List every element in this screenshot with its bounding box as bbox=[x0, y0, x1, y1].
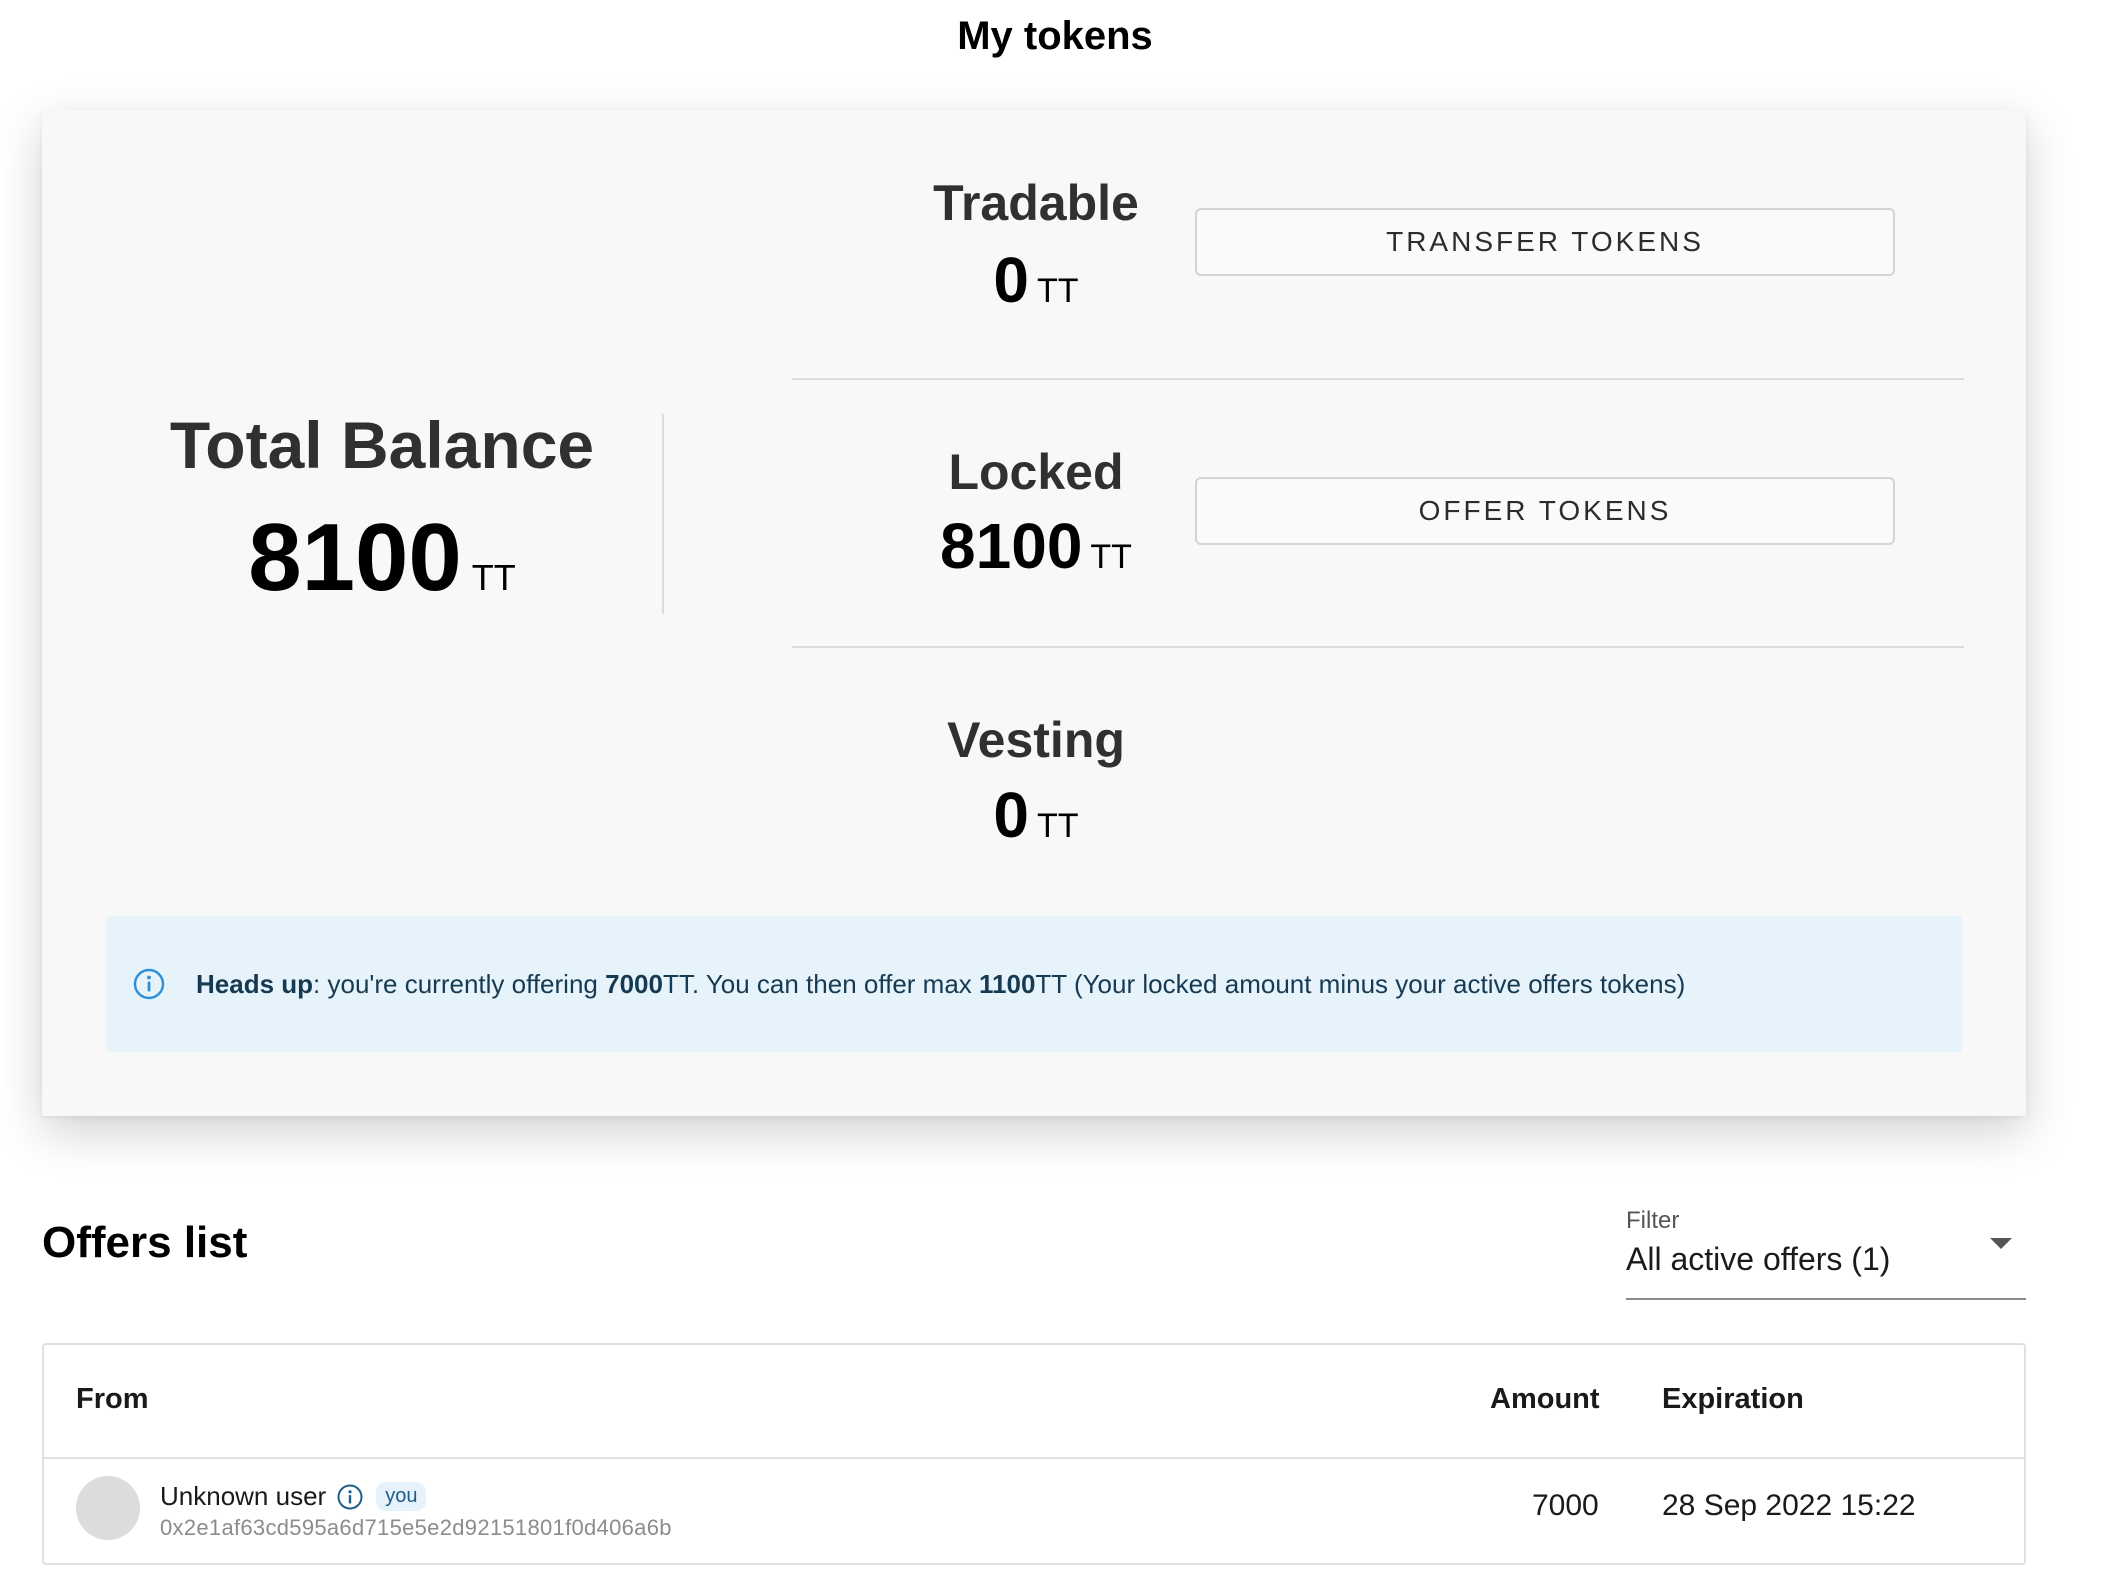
total-balance-value: 8100 TT bbox=[42, 510, 722, 606]
filter-label: Filter bbox=[1626, 1207, 1680, 1234]
alert-max-amount: 1100 bbox=[979, 968, 1036, 999]
total-balance-amount: 8100 bbox=[248, 504, 462, 611]
alert-text-2: TT. You can then offer max bbox=[662, 968, 980, 999]
vesting-unit: TT bbox=[1037, 807, 1079, 845]
section-divider-2 bbox=[792, 646, 1964, 648]
locked-amount: 8100 bbox=[940, 510, 1083, 582]
user-name: Unknown user bbox=[160, 1481, 327, 1511]
table-header-divider bbox=[44, 1457, 2024, 1459]
alert-text-1: : you're currently offering bbox=[313, 968, 606, 999]
alert-heading: Heads up bbox=[196, 968, 314, 999]
you-badge: you bbox=[376, 1482, 427, 1511]
vesting-amount: 0 bbox=[993, 779, 1030, 851]
vesting-label: Vesting bbox=[947, 712, 1125, 768]
caret-down-icon[interactable] bbox=[1990, 1238, 2012, 1249]
tradable-unit: TT bbox=[1037, 272, 1079, 310]
total-balance-unit: TT bbox=[471, 557, 516, 598]
locked-unit: TT bbox=[1090, 538, 1132, 576]
page-title: My tokens bbox=[957, 14, 1153, 58]
vertical-divider bbox=[662, 414, 664, 614]
avatar bbox=[76, 1476, 140, 1540]
offers-table: From Amount Expiration Unknown user you … bbox=[42, 1343, 2026, 1565]
column-header-expiration: Expiration bbox=[1662, 1383, 1804, 1415]
column-header-amount: Amount bbox=[1490, 1383, 1600, 1415]
total-balance-label: Total Balance bbox=[169, 408, 595, 482]
balance-card: Total Balance 8100 TT Tradable 0 TT TRANSF… bbox=[42, 110, 2026, 1116]
offers-filter-select[interactable]: Filter All active offers (1) bbox=[1626, 1204, 2026, 1300]
heads-up-alert: Heads up: you're currently offering 7000… bbox=[106, 916, 1962, 1052]
transfer-tokens-button[interactable]: TRANSFER TOKENS bbox=[1195, 208, 1895, 276]
column-header-from: From bbox=[76, 1383, 149, 1415]
alert-text-3: TT (Your locked amount minus your active… bbox=[1035, 968, 1686, 999]
offer-amount: 7000 bbox=[1532, 1489, 1599, 1522]
user-line: Unknown user you bbox=[160, 1481, 427, 1512]
alert-message: Heads up: you're currently offering 7000… bbox=[196, 969, 1685, 1000]
offer-tokens-button[interactable]: OFFER TOKENS bbox=[1195, 477, 1895, 545]
wallet-address: 0x2e1af63cd595a6d715e5e2d92151801f0d406a… bbox=[160, 1515, 672, 1540]
tradable-amount: 0 bbox=[993, 244, 1030, 316]
offers-list-title: Offers list bbox=[42, 1218, 248, 1267]
filter-value: All active offers (1) bbox=[1626, 1241, 1891, 1277]
vesting-value: 0 TT bbox=[792, 783, 1280, 847]
info-circle-icon bbox=[132, 967, 166, 1001]
offer-expiration: 28 Sep 2022 15:22 bbox=[1662, 1489, 1916, 1522]
section-divider-1 bbox=[792, 378, 1964, 380]
alert-offering-amount: 7000 bbox=[605, 968, 663, 999]
user-info-icon[interactable] bbox=[336, 1483, 364, 1511]
